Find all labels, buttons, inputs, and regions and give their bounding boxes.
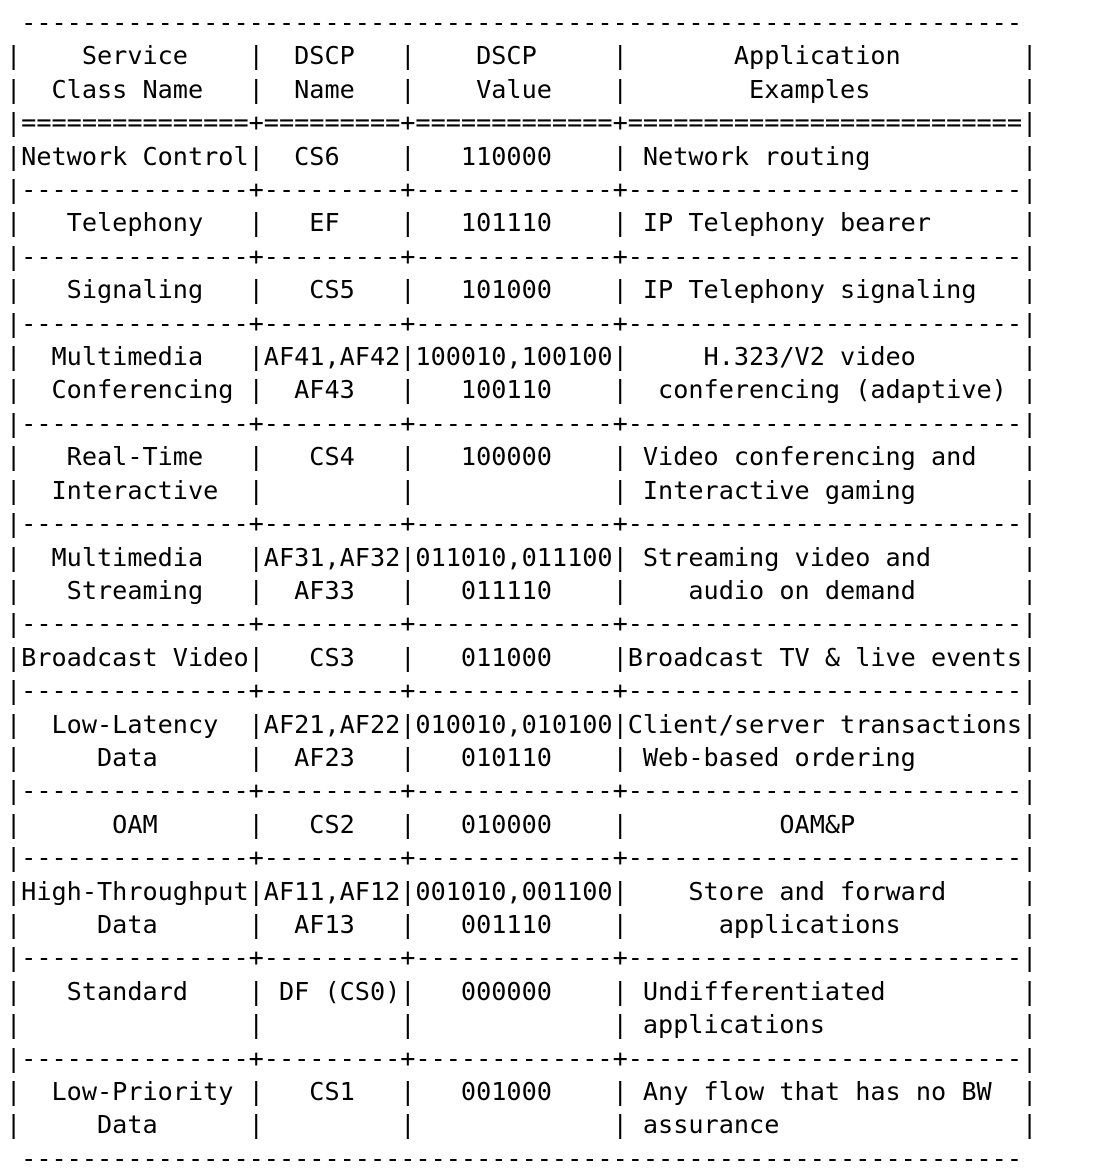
dscp-service-class-ascii-table: ----------------------------------------… bbox=[6, 8, 1038, 1173]
